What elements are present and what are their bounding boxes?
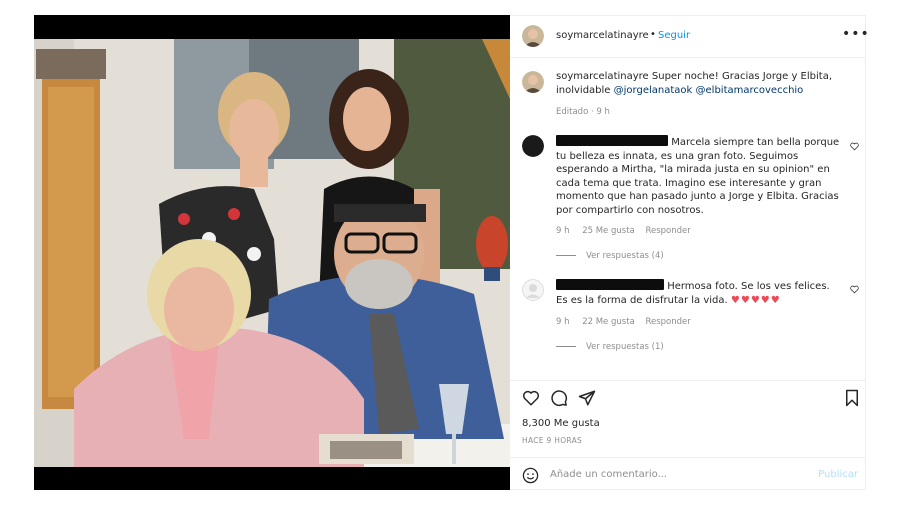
view-replies-1-label[interactable]: Ver respuestas (4) — [586, 251, 664, 261]
comment-2-text: Hermosa foto. Se los ves felices. Es es … — [556, 279, 842, 307]
replies-divider — [556, 255, 576, 256]
post-header: soymarcelatinayre • Seguir ••• — [510, 16, 869, 58]
likes-count[interactable]: 8,300 Me gusta — [522, 418, 600, 429]
follow-button[interactable]: Seguir — [658, 30, 690, 41]
comment-avatar[interactable] — [522, 135, 544, 157]
caption-username[interactable]: soymarcelatinayre — [556, 71, 649, 82]
mention-jorge[interactable]: @jorgelanataok — [614, 85, 693, 96]
comment-1-likes[interactable]: 25 Me gusta — [582, 226, 635, 236]
post-photo-panel — [34, 15, 510, 490]
bookmark-icon[interactable] — [844, 389, 860, 407]
heart-emojis: ♥♥♥♥♥ — [730, 294, 781, 306]
emoji-icon[interactable] — [522, 467, 539, 484]
redacted-username — [556, 135, 668, 146]
comment-2-meta: 9 h 22 Me gusta Responder — [556, 317, 691, 327]
comment-1-time: 9 h — [556, 226, 570, 236]
post-photo[interactable] — [34, 39, 510, 467]
publish-button[interactable]: Publicar — [818, 469, 858, 480]
add-comment-bar: Añade un comentario... Publicar — [510, 457, 866, 492]
share-icon[interactable] — [578, 389, 596, 407]
comment-1-meta: 9 h 25 Me gusta Responder — [556, 226, 691, 236]
caption-text: soymarcelatinayre Super noche! Gracias J… — [556, 70, 846, 97]
comment-input[interactable]: Añade un comentario... — [550, 469, 667, 480]
comment-2-reply[interactable]: Responder — [645, 317, 690, 327]
comment-2-time: 9 h — [556, 317, 570, 327]
author-username[interactable]: soymarcelatinayre — [556, 30, 649, 41]
comment-2-likes[interactable]: 22 Me gusta — [582, 317, 635, 327]
comment-like-icon[interactable] — [850, 285, 859, 294]
post-photo-illustration — [34, 39, 510, 467]
replies-divider — [556, 346, 576, 347]
comment-icon[interactable] — [550, 389, 568, 407]
post-side-panel: soymarcelatinayre • Seguir ••• soymarcel… — [510, 15, 869, 492]
more-options-icon[interactable]: ••• — [842, 26, 870, 42]
redacted-username — [556, 279, 664, 290]
caption-avatar[interactable] — [522, 71, 544, 93]
view-replies-2-label[interactable]: Ver respuestas (1) — [586, 342, 664, 352]
mention-elbita[interactable]: @elbitamarcovecchio — [696, 85, 804, 96]
view-replies-2[interactable]: Ver respuestas (1) — [556, 342, 664, 352]
view-replies-1[interactable]: Ver respuestas (4) — [556, 251, 664, 261]
comment-avatar-default[interactable] — [522, 279, 544, 301]
comment-1-text: Marcela siempre tan bella porque tu bell… — [556, 135, 842, 217]
author-avatar[interactable] — [522, 25, 544, 47]
dot-separator: • — [650, 29, 656, 40]
comment-like-icon[interactable] — [850, 142, 859, 151]
caption-meta: Editado · 9 h — [556, 107, 610, 117]
comment-1-body: Marcela siempre tan bella porque tu bell… — [556, 137, 840, 216]
comment-1-reply[interactable]: Responder — [645, 226, 690, 236]
post-time-ago: HACE 9 HORAS — [522, 436, 583, 445]
post-actions: 8,300 Me gusta HACE 9 HORAS — [510, 380, 866, 445]
heart-icon[interactable] — [522, 389, 540, 407]
